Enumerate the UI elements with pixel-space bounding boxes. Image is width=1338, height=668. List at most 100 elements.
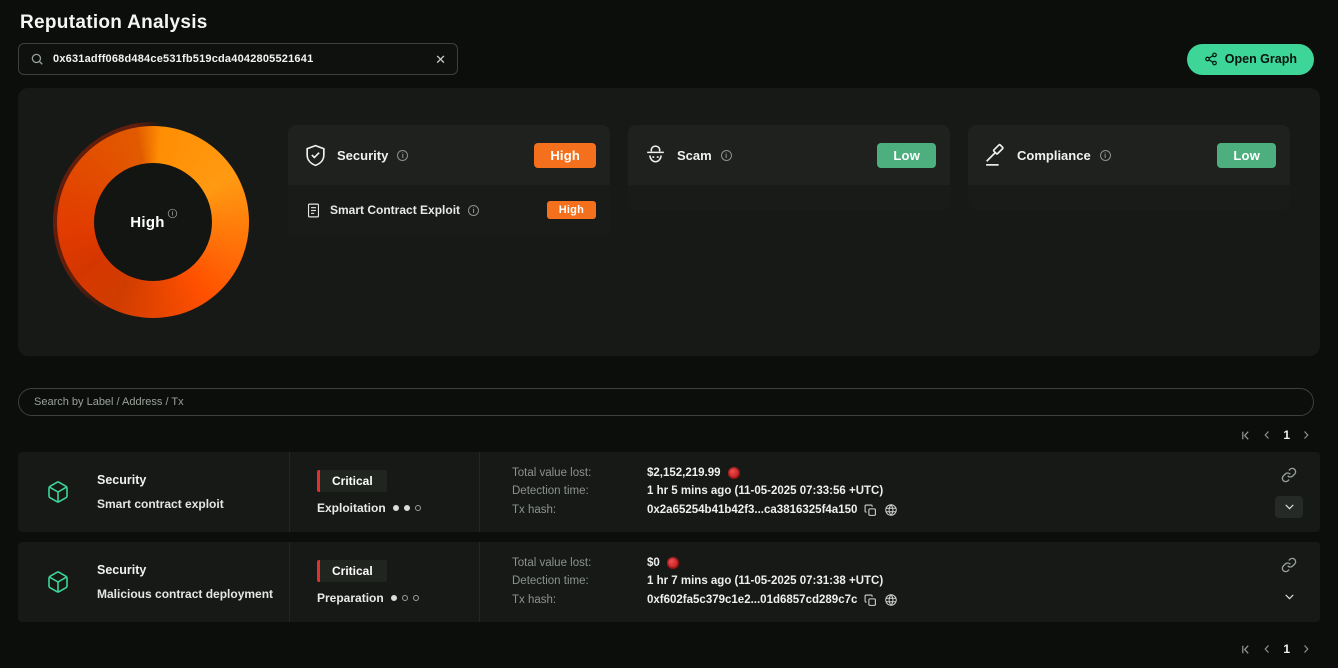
score-panel: High i Security i High Smart Contract Ex… [18,88,1320,356]
expand-chevron-button[interactable] [1275,496,1303,518]
top-toolbar: ✕ Open Graph [0,43,1338,75]
compliance-card-footer [968,185,1290,210]
copy-icon[interactable] [864,504,877,517]
search-icon [30,52,44,66]
security-card: Security i High Smart Contract Exploit i… [288,125,610,356]
alert-row[interactable]: Security Smart contract exploit Critical… [18,452,1320,532]
compliance-level-badge: Low [1217,143,1276,168]
smart-contract-exploit-row: Smart Contract Exploit i High [288,185,610,235]
pagination-bottom: 1 [0,632,1338,656]
alert-category: Security [97,563,273,577]
tx-hash-value: 0xf602fa5c379c1e2...01d6857cd289c7c [647,593,898,607]
cube-icon [46,570,70,594]
total-value-lost-value: $0 [647,557,898,569]
first-page-icon[interactable] [1239,643,1252,656]
compliance-card-header: Compliance i Low [968,125,1290,185]
compliance-card: Compliance i Low [968,125,1290,356]
link-icon[interactable] [1281,467,1297,483]
link-icon[interactable] [1281,557,1297,573]
open-graph-label: Open Graph [1225,52,1297,66]
scam-card-footer [628,185,950,210]
prev-page-icon[interactable] [1261,429,1273,441]
value-lost-icon [728,467,740,479]
scam-icon [643,143,668,168]
pagination-top: 1 [0,416,1338,442]
alert-type: Malicious contract deployment [97,587,273,601]
detection-time-value: 1 hr 5 mins ago (11-05-2025 07:33:56 +UT… [647,485,898,497]
total-value-lost-label: Total value lost: [512,557,647,569]
compliance-card-title: Compliance [1017,148,1091,163]
alert-row[interactable]: Security Malicious contract deployment C… [18,542,1320,622]
risk-gauge-center: High i [94,163,212,281]
page-number[interactable]: 1 [1282,428,1291,442]
alert-actions-cell [1258,542,1320,622]
prev-page-icon[interactable] [1261,643,1273,655]
alert-actions-cell [1258,452,1320,532]
explorer-icon[interactable] [884,593,898,607]
alerts-list: Security Smart contract exploit Critical… [18,452,1320,622]
detection-time-label: Detection time: [512,485,647,497]
alert-titles: Security Smart contract exploit [97,473,224,511]
risk-gauge-wrap: High i [18,88,288,356]
clear-search-icon[interactable]: ✕ [435,53,446,66]
smart-contract-exploit-label: Smart Contract Exploit [330,203,460,217]
open-graph-button[interactable]: Open Graph [1187,44,1314,75]
stage-line: Exploitation [317,501,479,515]
scam-card-title: Scam [677,148,712,163]
stage-label: Exploitation [317,501,386,515]
tx-hash-label: Tx hash: [512,594,647,606]
info-icon[interactable]: i [1100,150,1111,161]
alert-severity-cell: Critical Preparation [290,542,480,622]
stage-progress [391,595,419,601]
next-page-icon[interactable] [1300,429,1312,441]
tx-hash-value: 0x2a65254b41b42f3...ca3816325f4a150 [647,503,898,517]
total-value-lost-label: Total value lost: [512,467,647,479]
value-lost-icon [667,557,679,569]
page-title: Reputation Analysis [0,0,1338,34]
stage-label: Preparation [317,591,384,605]
cube-icon [46,480,70,504]
alert-titles: Security Malicious contract deployment [97,563,273,601]
tx-hash-label: Tx hash: [512,504,647,516]
total-value-lost-value: $2,152,219.99 [647,467,898,479]
info-icon[interactable]: i [168,208,177,217]
gavel-icon [983,143,1008,168]
chevron-down-icon [1283,500,1296,513]
list-filter-input[interactable] [18,388,1314,416]
shield-icon [303,143,328,168]
stage-line: Preparation [317,591,479,605]
address-search[interactable]: ✕ [18,43,458,75]
severity-badge: Critical [317,470,387,492]
security-level-badge: High [534,143,596,168]
first-page-icon[interactable] [1239,429,1252,442]
security-card-title: Security [337,148,388,163]
copy-icon[interactable] [864,594,877,607]
chevron-down-icon [1283,590,1296,603]
risk-gauge: High i [57,126,249,318]
overall-risk-label: High [130,214,165,231]
address-search-input[interactable] [53,53,426,65]
scam-level-badge: Low [877,143,936,168]
info-icon[interactable]: i [397,150,408,161]
info-icon[interactable]: i [721,150,732,161]
reputation-analysis-page: Reputation Analysis ✕ Open Graph High i [0,0,1338,668]
explorer-icon[interactable] [884,503,898,517]
smart-contract-exploit-badge: High [547,201,596,219]
graph-icon [1204,52,1218,66]
contract-icon [305,202,322,219]
alert-severity-cell: Critical Exploitation [290,452,480,532]
expand-chevron-button[interactable] [1275,586,1303,608]
detection-time-value: 1 hr 7 mins ago (11-05-2025 07:31:38 +UT… [647,575,898,587]
security-card-header: Security i High [288,125,610,185]
detection-time-label: Detection time: [512,575,647,587]
alert-identity-cell: Security Smart contract exploit [18,452,290,532]
page-number[interactable]: 1 [1282,642,1291,656]
next-page-icon[interactable] [1300,643,1312,655]
score-cards: Security i High Smart Contract Exploit i… [288,88,1320,356]
alert-type: Smart contract exploit [97,497,224,511]
alert-category: Security [97,473,224,487]
alert-identity-cell: Security Malicious contract deployment [18,542,290,622]
info-icon[interactable]: i [468,205,479,216]
scam-card: Scam i Low [628,125,950,356]
severity-badge: Critical [317,560,387,582]
